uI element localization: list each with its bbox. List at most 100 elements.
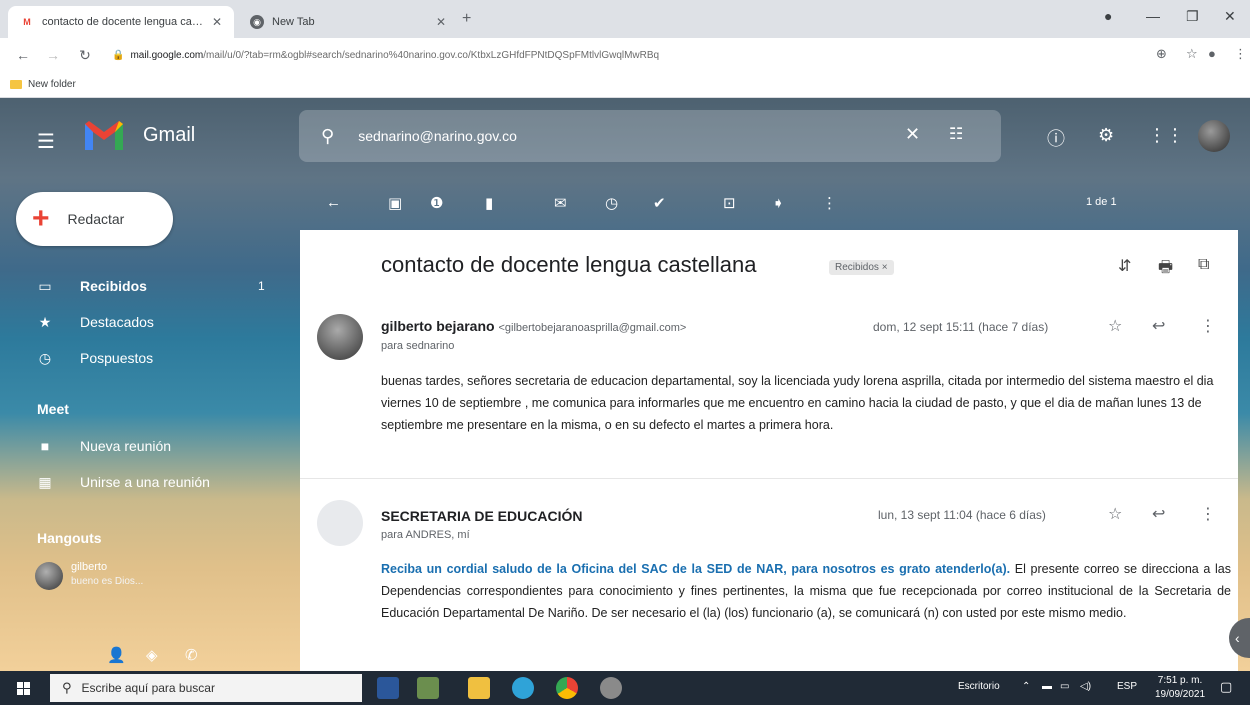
compose-plus-icon: + bbox=[32, 202, 50, 235]
minimize-button[interactable]: — bbox=[1146, 8, 1160, 24]
photos-app-icon[interactable] bbox=[417, 677, 439, 699]
close-tab-icon[interactable]: ✕ bbox=[212, 15, 222, 29]
clock-icon: ◷ bbox=[38, 349, 52, 366]
more-icon[interactable]: ⋮ bbox=[1200, 504, 1216, 524]
new-tab-button[interactable]: + bbox=[462, 10, 471, 28]
add-task-icon[interactable]: ✔ bbox=[653, 194, 666, 212]
more-options-icon[interactable]: ⋮ bbox=[822, 194, 837, 212]
clear-search-icon[interactable]: ✕ bbox=[905, 124, 920, 145]
maximize-button[interactable]: ❐ bbox=[1186, 8, 1199, 25]
sender-avatar[interactable] bbox=[317, 500, 363, 546]
compose-button[interactable]: + Redactar bbox=[16, 192, 173, 246]
sidebar-item-inbox[interactable]: ▭ Recibidos 1 bbox=[0, 268, 285, 304]
desktop-toolbar-label[interactable]: Escritorio bbox=[958, 681, 1000, 692]
zoom-icon[interactable]: ⊕ bbox=[1156, 46, 1167, 62]
hangouts-contact[interactable]: gilberto bueno es Dios... bbox=[35, 558, 265, 594]
help-icon[interactable]: ⓘ bbox=[1047, 125, 1065, 151]
hangouts-avatar bbox=[35, 562, 63, 590]
gmail-logo-icon bbox=[85, 121, 123, 150]
reload-button[interactable]: ↻ bbox=[72, 47, 98, 64]
sidebar-item-starred[interactable]: ★ Destacados bbox=[0, 304, 285, 340]
meet-new-meeting[interactable]: ■ Nueva reunión bbox=[0, 428, 285, 464]
account-avatar[interactable] bbox=[1198, 120, 1230, 152]
word-app-icon[interactable] bbox=[377, 677, 399, 699]
settings-gear-icon[interactable]: ⚙ bbox=[1098, 125, 1114, 146]
battery-icon[interactable]: ▭ bbox=[1060, 681, 1069, 692]
bookmark-folder[interactable]: New folder bbox=[28, 79, 76, 90]
more-icon[interactable]: ⋮ bbox=[1200, 316, 1216, 336]
star-icon[interactable]: ☆ bbox=[1108, 504, 1122, 524]
sender-name[interactable]: gilberto bejarano <gilbertobejaranoaspri… bbox=[381, 318, 686, 334]
star-icon[interactable]: ☆ bbox=[1108, 316, 1122, 336]
main-menu-icon[interactable]: ☰ bbox=[37, 129, 55, 154]
meet-item-label: Unirse a una reunión bbox=[80, 474, 210, 490]
hangouts-chat-icon[interactable]: ◈ bbox=[146, 646, 158, 664]
recipients[interactable]: para sednarino bbox=[381, 340, 454, 352]
sender-name[interactable]: SECRETARIA DE EDUCACIÓN bbox=[381, 508, 582, 524]
pager-text: 1 de 1 bbox=[1086, 196, 1117, 208]
gmail-app: ☰ Gmail ⚲ sednarino@narino.gov.co ✕ ☷ ⓘ … bbox=[0, 98, 1250, 671]
snooze-icon[interactable]: ◷ bbox=[605, 194, 618, 212]
sidebar-item-label: Pospuestos bbox=[80, 350, 154, 366]
back-button[interactable]: ← bbox=[10, 47, 36, 63]
apps-grid-icon[interactable]: ⋮⋮ bbox=[1148, 125, 1184, 146]
taskbar-search[interactable]: ⚲ Escribe aquí para buscar bbox=[50, 674, 362, 702]
language-indicator[interactable]: ESP bbox=[1117, 681, 1137, 692]
expand-all-icon[interactable]: ⇵ bbox=[1118, 256, 1131, 276]
message-date: lun, 13 sept 11:04 (hace 6 días) bbox=[878, 508, 1046, 522]
reply-icon[interactable]: ↩ bbox=[1152, 504, 1165, 524]
move-to-icon[interactable]: ⊡ bbox=[723, 194, 736, 212]
tab-title: contacto de docente lengua castel bbox=[42, 16, 204, 28]
search-icon[interactable]: ⚲ bbox=[321, 126, 334, 147]
close-tab-icon[interactable]: ✕ bbox=[436, 15, 446, 29]
network-icon[interactable]: ▬ bbox=[1042, 681, 1052, 692]
hangouts-person-icon[interactable]: 👤 bbox=[107, 646, 126, 664]
sidebar-nav: ▭ Recibidos 1 ★ Destacados ◷ Pospuestos bbox=[0, 268, 285, 376]
windows-taskbar: ⚲ Escribe aquí para buscar Escritorio ⌃ … bbox=[0, 671, 1250, 705]
back-arrow-icon[interactable]: ← bbox=[326, 194, 341, 211]
reply-icon[interactable]: ↩ bbox=[1152, 316, 1165, 336]
hangouts-phone-icon[interactable]: ✆ bbox=[185, 646, 198, 664]
sender-avatar[interactable] bbox=[317, 314, 363, 360]
other-app-icon[interactable] bbox=[600, 677, 622, 699]
forward-button[interactable]: → bbox=[40, 47, 66, 63]
meet-section-title: Meet bbox=[37, 401, 69, 417]
edge-browser-icon[interactable] bbox=[512, 677, 534, 699]
archive-icon[interactable]: ▣ bbox=[388, 194, 402, 212]
windows-start-icon[interactable] bbox=[17, 682, 30, 695]
tab-newtab[interactable]: ◉ New Tab ✕ bbox=[238, 6, 458, 38]
search-input[interactable]: sednarino@narino.gov.co bbox=[358, 128, 517, 144]
file-explorer-icon[interactable] bbox=[468, 677, 490, 699]
close-window-button[interactable]: ✕ bbox=[1224, 8, 1236, 25]
profile-avatar-icon[interactable]: ● bbox=[1208, 46, 1216, 61]
thread-toolbar: ← ▣ ❶ ▮ ✉ ◷ ✔ ⊡ ➧ ⋮ 1 de 1 bbox=[300, 186, 1240, 222]
notifications-icon[interactable]: ▢ bbox=[1220, 679, 1232, 695]
meet-nav: ■ Nueva reunión ▦ Unirse a una reunión bbox=[0, 428, 285, 500]
sidebar-item-snoozed[interactable]: ◷ Pospuestos bbox=[0, 340, 285, 376]
labels-icon[interactable]: ➧ bbox=[772, 194, 785, 212]
sender-email: <gilbertobejaranoasprilla@gmail.com> bbox=[498, 322, 687, 334]
mail-search-bar[interactable]: ⚲ sednarino@narino.gov.co ✕ ☷ bbox=[299, 110, 1001, 162]
volume-icon[interactable]: ◁) bbox=[1080, 681, 1091, 692]
recipients[interactable]: para ANDRES, mí bbox=[381, 529, 470, 541]
label-chip-inbox[interactable]: Recibidos × bbox=[829, 260, 894, 275]
meet-join-meeting[interactable]: ▦ Unirse a una reunión bbox=[0, 464, 285, 500]
chrome-browser-icon[interactable] bbox=[556, 677, 578, 699]
system-clock[interactable]: 7:51 p. m. 19/09/2021 bbox=[1155, 674, 1205, 702]
bookmarks-bar: New folder bbox=[0, 72, 1250, 98]
message-divider bbox=[300, 478, 1238, 479]
keyboard-icon: ▦ bbox=[38, 473, 52, 490]
profile-indicator-icon[interactable]: ● bbox=[1104, 8, 1112, 24]
print-icon[interactable]: 🖶 bbox=[1158, 256, 1173, 283]
report-spam-icon[interactable]: ❶ bbox=[430, 194, 443, 212]
delete-icon[interactable]: ▮ bbox=[485, 194, 493, 212]
tray-expand-icon[interactable]: ⌃ bbox=[1022, 681, 1030, 692]
compose-label: Redactar bbox=[67, 211, 125, 227]
open-new-window-icon[interactable]: ⧉ bbox=[1198, 256, 1209, 274]
menu-dots-icon[interactable]: ⋮ bbox=[1234, 46, 1247, 62]
tab-gmail[interactable]: M contacto de docente lengua castel ✕ bbox=[8, 6, 234, 38]
address-bar[interactable]: 🔒 mail.google.com/mail/u/0/?tab=rm&ogbl#… bbox=[112, 43, 1112, 67]
mark-unread-icon[interactable]: ✉ bbox=[554, 194, 567, 212]
bookmark-star-icon[interactable]: ☆ bbox=[1186, 46, 1198, 62]
search-options-icon[interactable]: ☷ bbox=[949, 124, 963, 144]
